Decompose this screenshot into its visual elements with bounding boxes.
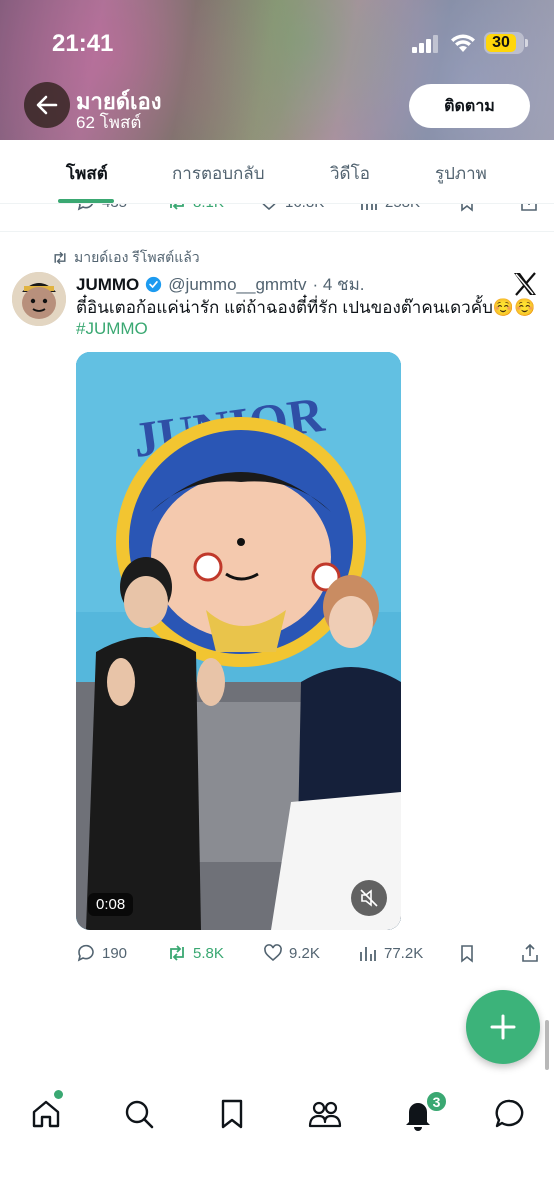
views-chart-icon (360, 947, 376, 961)
post-divider (0, 231, 554, 232)
nav-home[interactable] (26, 1094, 66, 1134)
tweet-time: · 4 ชม. (312, 275, 365, 294)
repost-icon (170, 945, 184, 961)
nav-bookmarks[interactable] (212, 1094, 252, 1134)
bookmark-icon (221, 1099, 243, 1129)
status-time: 21:41 (52, 30, 114, 57)
bookmark-button[interactable] (457, 943, 477, 963)
tweet-header: JUMMO @jummo__gmmtv · 4 ชม. (76, 271, 365, 298)
video-duration: 0:08 (88, 893, 134, 916)
wifi-icon (451, 34, 475, 52)
mute-button[interactable] (351, 880, 387, 916)
tab-videos[interactable]: วิดีโอ (330, 160, 370, 187)
tab-replies[interactable]: การตอบกลับ (172, 160, 265, 187)
video-frame: JUNIOR (76, 352, 401, 930)
nav-communities[interactable] (305, 1094, 345, 1134)
repost-context-text: มายด์เอง รีโพสต์แล้ว (74, 249, 200, 265)
tab-photos[interactable]: รูปภาพ (435, 160, 487, 187)
speaker-muted-icon (360, 889, 378, 907)
reply-icon (77, 944, 94, 962)
communities-icon (308, 1101, 342, 1128)
notifications-count-badge: 3 (425, 1090, 448, 1113)
view-count: 77.2K (384, 944, 424, 962)
cellular-signal-icon (412, 35, 438, 53)
heart-icon (264, 944, 282, 962)
author-name[interactable]: JUMMO (76, 275, 139, 295)
repost-count: 5.8K (193, 944, 224, 962)
compose-post-button[interactable] (466, 990, 540, 1064)
share-icon (522, 943, 538, 962)
mascot-avatar-image (12, 272, 66, 326)
author-avatar[interactable] (12, 272, 66, 326)
tweet-text: ตี๋อินเตอก้อแค่น่ารัก แต่ถ้าฉองตี๋ที่รัก… (76, 298, 536, 317)
nav-messages[interactable] (490, 1094, 530, 1134)
views-button[interactable]: 77.2K (358, 943, 423, 963)
post-count: 62 โพสต์ (76, 113, 142, 132)
repost-context[interactable]: มายด์เอง รีโพสต์แล้ว (52, 247, 200, 269)
x-logo-icon (514, 272, 536, 296)
verified-badge-icon (146, 276, 162, 293)
like-count: 9.2K (289, 944, 320, 962)
search-icon (125, 1100, 154, 1129)
back-button[interactable] (24, 82, 70, 128)
follow-button[interactable]: ติดตาม (409, 84, 530, 128)
reply-count: 190 (102, 944, 128, 962)
scrollbar[interactable] (545, 1020, 549, 1070)
nav-search[interactable] (119, 1094, 159, 1134)
tab-posts[interactable]: โพสต์ (66, 160, 108, 187)
bottom-navigation (0, 1078, 554, 1200)
repost-button[interactable]: 5.8K (167, 943, 224, 963)
profile-tabs: โพสต์ การตอบกลับ วิดีโอ รูปภาพ (0, 140, 554, 204)
status-bar: 21:41 30 (0, 0, 554, 88)
battery-level: 30 (492, 34, 510, 51)
active-tab-indicator (58, 199, 114, 203)
chat-bubble-icon (495, 1099, 524, 1128)
battery-indicator: 30 (484, 32, 528, 54)
home-icon (32, 1100, 60, 1128)
plus-icon (490, 1014, 516, 1040)
author-handle[interactable]: @jummo__gmmtv (168, 275, 306, 295)
reply-button[interactable]: 190 (76, 943, 127, 963)
tweet-hashtag[interactable]: #JUMMO (76, 319, 148, 339)
home-unread-dot (54, 1090, 63, 1099)
tweet-video[interactable]: JUNIOR 0:08 (76, 352, 401, 930)
arrow-left-icon (36, 95, 58, 115)
repost-icon (54, 251, 66, 265)
share-button[interactable] (520, 943, 540, 963)
like-button[interactable]: 9.2K (263, 943, 320, 963)
bookmark-icon (461, 945, 473, 963)
